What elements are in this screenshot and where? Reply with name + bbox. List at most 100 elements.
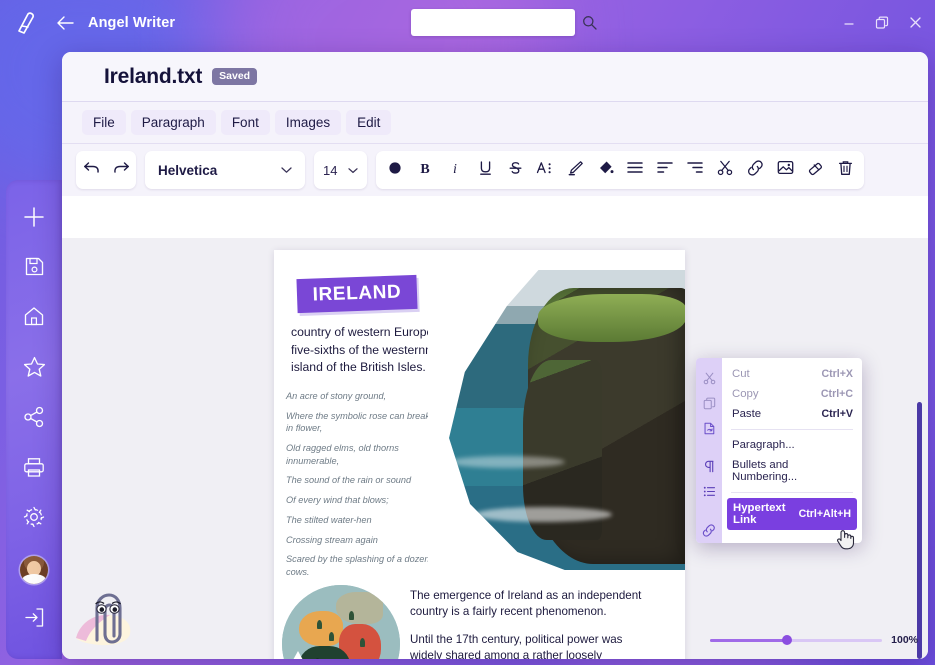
photo-foam <box>449 456 565 468</box>
floppy-save-icon <box>24 256 45 282</box>
sidebar-item-logout[interactable] <box>13 595 55 645</box>
menu-item-shortcut: Ctrl+X <box>821 368 854 380</box>
sidebar-item-save[interactable] <box>13 244 55 294</box>
insert-link-button[interactable] <box>740 151 770 189</box>
document-scrollbar[interactable] <box>917 402 922 659</box>
zoom-slider-thumb[interactable] <box>782 635 793 645</box>
sidebar-item-share[interactable] <box>13 394 55 444</box>
strikethrough-button[interactable] <box>500 151 530 189</box>
printer-icon <box>23 457 45 483</box>
map-tree-icon <box>359 638 365 648</box>
font-size-select[interactable]: 14 <box>314 151 367 189</box>
poem-line: Scared by the splashing of a dozen cows. <box>286 554 430 577</box>
menu-item-file[interactable]: File <box>82 110 126 135</box>
poem-block: An acre of stony ground, Where the symbo… <box>286 390 438 586</box>
context-menu: Cut Ctrl+X Copy Ctrl+C Paste Ctrl+V Para… <box>696 358 862 543</box>
home-icon <box>23 306 45 332</box>
insert-image-button[interactable] <box>770 151 800 189</box>
poem-line: The sound of the rain or sound <box>286 475 412 486</box>
sidebar-item-user-profile[interactable] <box>13 545 55 595</box>
close-button[interactable] <box>907 15 923 31</box>
status-badge: Saved <box>212 68 258 85</box>
photo-foam <box>475 507 613 522</box>
align-justify-button[interactable] <box>620 151 650 189</box>
paste-icon <box>703 416 716 441</box>
menu-item-cut[interactable]: Cut Ctrl+X <box>722 364 862 384</box>
gear-icon <box>23 506 45 533</box>
body-text: The emergence of Ireland as an independe… <box>410 588 646 659</box>
copy-icon <box>703 391 716 416</box>
sidebar-item-new-document[interactable] <box>13 194 55 244</box>
menu-item-copy[interactable]: Copy Ctrl+C <box>722 384 862 404</box>
menu-item-images[interactable]: Images <box>274 110 342 135</box>
marker-pen-icon <box>567 160 584 181</box>
illustrated-map-of-ireland[interactable] <box>282 585 400 659</box>
menu-item-font[interactable]: Font <box>220 110 270 135</box>
menu-item-paste[interactable]: Paste Ctrl+V <box>722 404 862 424</box>
text-case-button[interactable] <box>530 151 560 189</box>
page-title: Ireland.txt <box>104 64 203 88</box>
redo-button[interactable] <box>106 151 136 189</box>
back-button[interactable] <box>50 15 80 30</box>
zoom-slider[interactable] <box>710 635 883 645</box>
document-page[interactable]: IRELAND country of western Europe occupy… <box>274 250 685 659</box>
bold-button[interactable]: B <box>410 151 440 189</box>
italic-button[interactable]: i <box>440 151 470 189</box>
eraser-icon <box>807 160 824 181</box>
minimize-button[interactable] <box>841 15 857 31</box>
menu-item-label: Paste <box>732 408 762 420</box>
menu-separator <box>731 492 853 493</box>
plus-icon <box>23 206 45 233</box>
avatar[interactable] <box>20 555 48 584</box>
sidebar-item-favorites[interactable] <box>13 344 55 394</box>
search-input[interactable] <box>411 15 582 30</box>
align-right-button[interactable] <box>680 151 710 189</box>
map-region-ulster <box>336 592 384 624</box>
font-family-select[interactable]: Helvetica <box>145 151 305 189</box>
document-header: Ireland.txt Saved <box>62 52 928 102</box>
restore-button[interactable] <box>874 15 890 31</box>
highlighter-button[interactable] <box>560 151 590 189</box>
search-box[interactable] <box>411 9 597 36</box>
sidebar-item-home[interactable] <box>13 294 55 344</box>
menu-item-label: Copy <box>732 388 759 400</box>
cliffs-of-moher-photo[interactable] <box>428 270 685 570</box>
poem-line: An acre of stony ground, <box>286 391 387 401</box>
align-left-button[interactable] <box>650 151 680 189</box>
underline-button[interactable] <box>470 151 500 189</box>
cut-button[interactable] <box>710 151 740 189</box>
context-menu-icon-column <box>696 358 722 543</box>
menu-item-shortcut: Ctrl+V <box>821 408 854 420</box>
poem-line: Old ragged elms, old thorns innumerable, <box>286 443 399 466</box>
menu-item-hypertext-link[interactable]: Hypertext Link Ctrl+Alt+H <box>727 498 857 530</box>
map-sailboat-icon <box>292 651 303 659</box>
font-size-value: 14 <box>323 162 338 178</box>
italic-i-icon: i <box>453 162 457 177</box>
sidebar-item-settings[interactable] <box>13 495 55 545</box>
formatting-toolbar: Helvetica 14 B i <box>62 144 928 196</box>
menu-item-edit[interactable]: Edit <box>346 110 392 135</box>
scissors-icon <box>717 160 733 181</box>
paint-bucket-icon <box>597 160 614 181</box>
align-left-icon <box>657 161 673 179</box>
menu-item-label: Cut <box>732 368 750 380</box>
app-title: Angel Writer <box>88 14 176 31</box>
poem-line: The stilted water-hen <box>286 514 372 525</box>
link-chain-icon <box>702 518 716 543</box>
fill-color-button[interactable] <box>590 151 620 189</box>
delete-button[interactable] <box>830 151 860 189</box>
menu-item-bullets-and-numbering[interactable]: Bullets and Numbering... <box>722 455 862 487</box>
menu-item-paragraph[interactable]: Paragraph <box>130 110 216 135</box>
body-paragraph: Until the 17th century, political power … <box>410 632 623 659</box>
app-window: Ireland.txt Saved File Paragraph Font Im… <box>62 52 928 659</box>
bold-B-icon: B <box>420 162 430 177</box>
menu-item-paragraph[interactable]: Paragraph... <box>722 435 862 455</box>
window-controls <box>841 0 923 45</box>
menu-item-label: Paragraph... <box>732 439 795 451</box>
sidebar-item-print[interactable] <box>13 445 55 495</box>
undo-button[interactable] <box>76 151 106 189</box>
eraser-button[interactable] <box>800 151 830 189</box>
text-color-swatch-button[interactable] <box>380 151 410 189</box>
paperclip-assistant[interactable] <box>70 588 140 650</box>
bullet-list-icon <box>703 479 716 504</box>
